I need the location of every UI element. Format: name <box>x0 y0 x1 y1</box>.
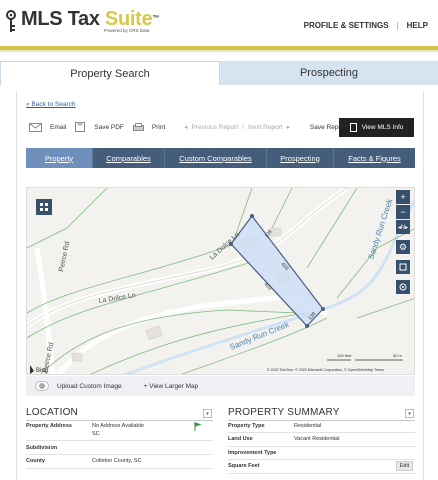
chevron-left-icon: ◂ <box>184 124 188 131</box>
locate-button[interactable] <box>396 280 410 294</box>
logo-text: MLS Tax Suite™ <box>21 8 159 30</box>
bing-icon <box>30 365 34 374</box>
email-label: Email <box>50 123 67 131</box>
logo-trademark: ™ <box>152 15 160 22</box>
tab-comparables[interactable]: Comparables <box>92 148 164 168</box>
next-report-button[interactable]: Next Report ▸ <box>247 123 290 132</box>
flag-icon[interactable] <box>194 422 202 431</box>
previous-report-label: Previous Report <box>191 123 239 131</box>
upload-toggle[interactable] <box>35 381 49 391</box>
row-divider <box>228 459 415 460</box>
row-divider <box>228 432 415 433</box>
land-use-value: Vacant Residential <box>294 436 340 442</box>
location-heading: LOCATION <box>26 407 78 418</box>
envelope-icon <box>29 122 42 132</box>
plus-icon: + <box>400 192 406 202</box>
scale-meters: 50 m <box>393 353 403 358</box>
report-nav-separator: / <box>242 123 244 131</box>
locate-icon <box>399 283 407 291</box>
property-address-value: No Address Available <box>92 423 144 429</box>
land-use-label: Land Use <box>228 436 253 442</box>
zoom-in-button[interactable]: + <box>396 190 410 204</box>
printer-icon <box>132 122 144 131</box>
property-type-value: Residential <box>294 423 322 429</box>
logo-subtitle: Powered by CRS Data <box>104 28 150 33</box>
property-address-state: SC <box>92 431 100 437</box>
tab-prospecting[interactable]: Prospecting <box>220 61 438 85</box>
logo-accent-text: Suite <box>104 8 153 30</box>
grid-icon <box>40 203 48 211</box>
nav-divider: | <box>396 21 399 30</box>
app-header: MLS Tax Suite™ Powered by CRS Data PROFI… <box>0 0 438 48</box>
row-divider <box>228 446 415 447</box>
bing-logo: Bing <box>36 368 48 374</box>
document-icon <box>349 123 357 132</box>
row-divider <box>26 454 213 455</box>
save-pdf-button[interactable]: Save PDF <box>75 122 124 132</box>
map-footer: Upload Custom Image + View Larger Map <box>26 376 415 396</box>
zoom-out-button[interactable]: − <box>396 205 410 219</box>
tab-property-search[interactable]: Property Search <box>0 61 220 85</box>
property-address-label: Property Address <box>26 423 72 429</box>
map-canvas: La Dolce Ln La Dolce Ln Peirce Rd Peirce… <box>27 188 414 374</box>
key-icon <box>6 10 16 32</box>
compass-button[interactable]: ◂N▸ <box>396 220 410 234</box>
tab-custom-comparables[interactable]: Custom Comparables <box>164 148 266 168</box>
location-dropdown[interactable]: ▾ <box>203 409 212 418</box>
email-button[interactable]: Email <box>29 122 67 132</box>
header-accent-bar-light <box>0 50 438 52</box>
improvement-type-label: Improvement Type <box>228 450 277 456</box>
map-settings-button[interactable]: ⚙ <box>396 240 410 254</box>
map-layers-button[interactable] <box>36 199 52 215</box>
row-divider <box>228 473 415 474</box>
minus-icon: − <box>400 207 406 217</box>
gear-icon: ⚙ <box>398 241 408 252</box>
row-divider <box>26 440 213 441</box>
property-summary-heading: PROPERTY SUMMARY <box>228 407 340 418</box>
top-nav: PROFILE & SETTINGS | HELP <box>304 21 428 30</box>
upload-custom-image-link[interactable]: Upload Custom Image <box>57 383 122 390</box>
tab-prospecting-sub[interactable]: Prospecting <box>266 148 333 168</box>
property-sub-tabs: Property Comparables Custom Comparables … <box>26 148 415 168</box>
chevron-down-icon: ▾ <box>408 410 411 417</box>
summary-divider <box>228 420 415 421</box>
floppy-disk-icon <box>75 122 86 132</box>
print-button[interactable]: Print <box>132 122 166 132</box>
save-pdf-label: Save PDF <box>94 123 124 131</box>
row-divider <box>26 468 213 469</box>
main-tabs: Property Search Prospecting <box>0 61 438 85</box>
view-larger-map-link[interactable]: + View Larger Map <box>144 383 199 390</box>
logo-main-text: MLS Tax <box>21 8 100 30</box>
location-divider <box>26 420 213 421</box>
scale-feet: 100 feet <box>337 353 352 358</box>
tab-facts-figures[interactable]: Facts & Figures <box>333 148 415 168</box>
help-link[interactable]: HELP <box>407 21 428 30</box>
summary-dropdown[interactable]: ▾ <box>405 409 414 418</box>
parcel-map[interactable]: La Dolce Ln La Dolce Ln Peirce Rd Peirce… <box>26 187 415 375</box>
next-report-label: Next Report <box>247 123 283 131</box>
subdivision-label: Subdivision <box>26 445 58 451</box>
compass-icon: ◂N▸ <box>397 224 409 231</box>
crop-button[interactable] <box>396 260 410 274</box>
map-controls: + − ◂N▸ ⚙ <box>396 189 412 294</box>
print-label: Print <box>151 123 166 131</box>
property-type-label: Property Type <box>228 423 265 429</box>
back-to-search-link[interactable]: « Back to Search <box>26 101 76 108</box>
previous-report-button[interactable]: ◂ Previous Report <box>184 123 239 132</box>
chevron-right-icon: ▸ <box>286 124 290 131</box>
crop-icon <box>399 263 407 271</box>
map-copyright: © 2020 TomTom, © 2020 Microsoft Corporat… <box>267 368 384 372</box>
county-value: Colleton County, SC <box>92 458 142 464</box>
chevron-down-icon: ▾ <box>206 410 209 417</box>
county-label: County <box>26 458 45 464</box>
toggle-knob <box>39 383 45 389</box>
square-feet-label: Square Feet <box>228 463 260 469</box>
view-mls-info-label: View MLS Info <box>361 124 404 131</box>
tab-property[interactable]: Property <box>26 148 92 168</box>
map-label-peirce-1: Peirce Rd <box>58 241 71 273</box>
view-mls-info-button[interactable]: View MLS Info <box>339 118 414 137</box>
profile-settings-link[interactable]: PROFILE & SETTINGS <box>304 21 389 30</box>
edit-square-feet-button[interactable]: Edit <box>396 461 413 471</box>
